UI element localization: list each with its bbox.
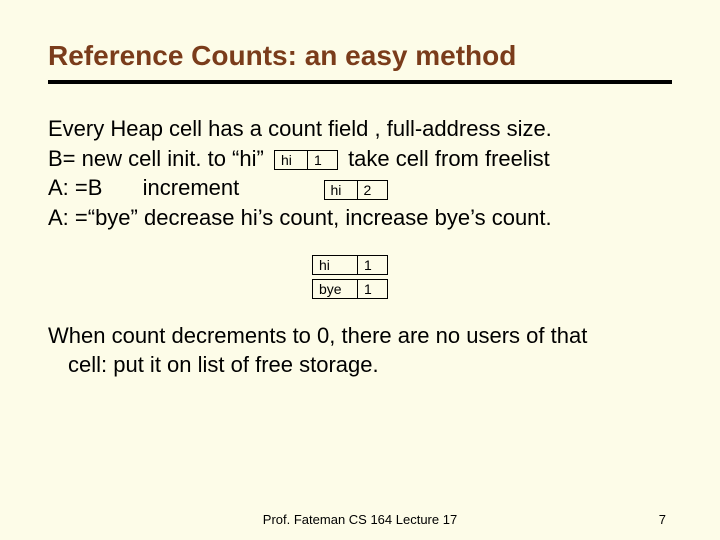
body-line-2: B= new cell init. to “hi” hi1 take cell … (48, 144, 672, 174)
cell-count: 2 (358, 180, 388, 200)
cell-stack: hi1 bye1 (308, 255, 672, 299)
cell-label: hi (274, 150, 308, 170)
body-line-4: A: =“bye” decrease hi’s count, increase … (48, 203, 672, 233)
body-line-3: A: =B increment hi2 (48, 173, 672, 203)
body-line-2b: take cell from freelist (348, 146, 550, 171)
cell-label: hi (324, 180, 358, 200)
cell-bye-final: bye1 (312, 279, 388, 299)
body-para2-line1: When count decrements to 0, there are no… (48, 321, 672, 351)
cell-label: hi (312, 255, 358, 275)
cell-label: bye (312, 279, 358, 299)
body-line-3b: increment (143, 175, 240, 200)
cell-count: 1 (358, 255, 388, 275)
cell-hi-1: hi1 (274, 150, 338, 170)
body-para2-line2: cell: put it on list of free storage. (68, 350, 672, 380)
slide-title: Reference Counts: an easy method (48, 40, 672, 72)
cell-count: 1 (308, 150, 338, 170)
body-line-2a: B= new cell init. to “hi” (48, 146, 264, 171)
cell-count: 1 (358, 279, 388, 299)
body-line-1: Every Heap cell has a count field , full… (48, 114, 672, 144)
cell-hi-2: hi2 (324, 180, 388, 200)
body-line-3a: A: =B (48, 175, 102, 200)
slide: Reference Counts: an easy method Every H… (0, 0, 720, 540)
cell-hi-final: hi1 (312, 255, 388, 275)
title-rule (48, 80, 672, 84)
slide-body: Every Heap cell has a count field , full… (48, 114, 672, 380)
footer-center: Prof. Fateman CS 164 Lecture 17 (263, 512, 457, 527)
slide-number: 7 (659, 512, 666, 527)
